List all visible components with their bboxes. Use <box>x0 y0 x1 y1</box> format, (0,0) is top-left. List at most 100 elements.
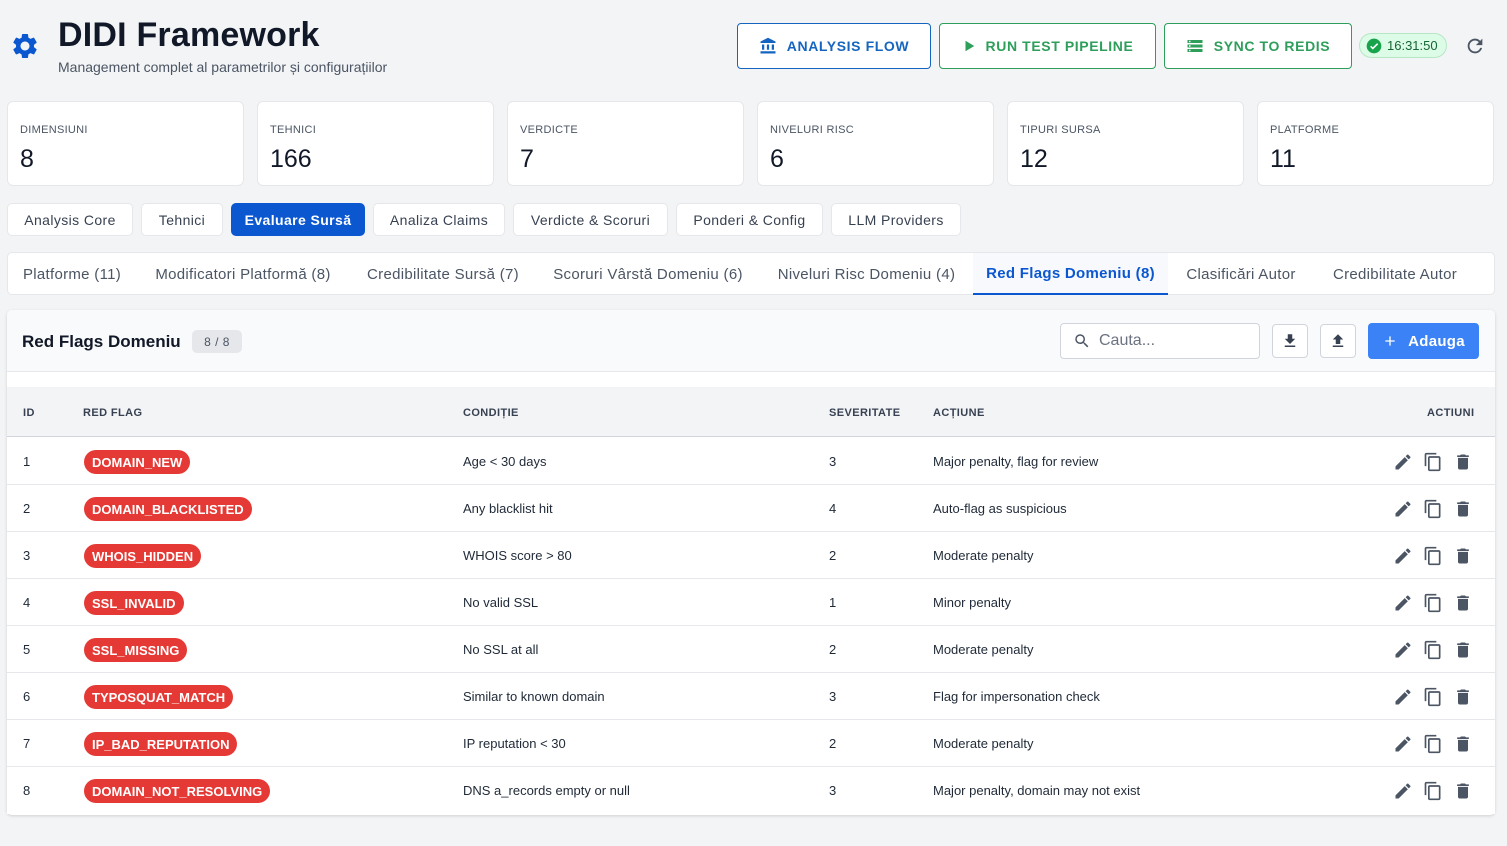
row-condition: DNS a_records empty or null <box>463 783 630 798</box>
row-severity: 2 <box>829 736 837 751</box>
edit-icon[interactable] <box>1393 546 1413 566</box>
table-body: 1 DOMAIN_NEW Age < 30 days 3 Major penal… <box>7 438 1495 814</box>
row-condition: WHOIS score > 80 <box>463 548 572 563</box>
subtab-credibilitate-sursa[interactable]: Credibilitate Sursă (7) <box>350 253 536 295</box>
edit-icon[interactable] <box>1393 687 1413 707</box>
subtab-niveluri-risc-domeniu[interactable]: Niveluri Risc Domeniu (4) <box>760 253 973 295</box>
app-header: DIDI Framework Management complet al par… <box>0 0 1507 90</box>
edit-icon[interactable] <box>1393 452 1413 472</box>
stat-value: 166 <box>270 145 312 173</box>
status-time: 16:31:50 <box>1387 38 1438 53</box>
tab-ponderi-config[interactable]: Ponderi & Config <box>676 203 823 236</box>
stat-label: DIMENSIUNI <box>20 124 88 136</box>
download-icon <box>1284 334 1296 347</box>
row-condition: Age < 30 days <box>463 454 547 469</box>
red-flags-panel: Red Flags Domeniu 8 / 8 Adauga ID RED FL… <box>7 310 1495 815</box>
row-condition: No valid SSL <box>463 595 539 610</box>
copy-icon[interactable] <box>1423 734 1443 754</box>
subtab-clasificari-autor[interactable]: Clasificări Autor <box>1168 253 1314 295</box>
col-actiune[interactable]: ACȚIUNE <box>933 407 985 419</box>
sync-to-redis-label: SYNC TO REDIS <box>1213 38 1331 54</box>
stat-label: TIPURI SURSA <box>1020 124 1101 136</box>
col-actiuni: ACTIUNI <box>1427 407 1475 419</box>
row-action: Moderate penalty <box>933 548 1034 563</box>
table-row: 8 DOMAIN_NOT_RESOLVING DNS a_records emp… <box>7 767 1495 814</box>
stat-value: 11 <box>1270 145 1296 173</box>
delete-icon[interactable] <box>1453 499 1473 519</box>
tab-verdicte-scoruri[interactable]: Verdicte & Scoruri <box>513 203 668 236</box>
col-conditie[interactable]: CONDIȚIE <box>463 407 519 419</box>
check-circle-icon <box>1366 38 1382 53</box>
delete-icon[interactable] <box>1453 593 1473 613</box>
delete-icon[interactable] <box>1453 546 1473 566</box>
row-action: Major penalty, flag for review <box>933 454 1099 469</box>
download-button[interactable] <box>1272 324 1308 358</box>
row-action: Flag for impersonation check <box>933 689 1100 704</box>
sync-to-redis-button[interactable]: SYNC TO REDIS <box>1164 23 1352 69</box>
subtab-credibilitate-autor[interactable]: Credibilitate Autor <box>1314 253 1476 295</box>
subtab-modificatori-platforma[interactable]: Modificatori Platformă (8) <box>136 253 350 295</box>
tab-llm-providers[interactable]: LLM Providers <box>831 203 961 236</box>
stat-value: 7 <box>520 145 534 173</box>
upload-button[interactable] <box>1320 324 1356 358</box>
copy-icon[interactable] <box>1423 546 1443 566</box>
tab-tehnici[interactable]: Tehnici <box>141 203 223 236</box>
subtab-platforme[interactable]: Platforme (11) <box>8 253 136 295</box>
edit-icon[interactable] <box>1393 640 1413 660</box>
refresh-icon[interactable] <box>1464 35 1486 57</box>
tab-evaluare-sursa[interactable]: Evaluare Sursă <box>231 203 365 236</box>
copy-icon[interactable] <box>1423 499 1443 519</box>
row-severity: 3 <box>829 454 837 469</box>
col-red-flag[interactable]: RED FLAG <box>83 407 142 419</box>
copy-icon[interactable] <box>1423 687 1443 707</box>
stat-card-tipuri-sursa: TIPURI SURSA 12 <box>1007 101 1244 186</box>
upload-icon <box>1332 334 1344 347</box>
delete-icon[interactable] <box>1453 452 1473 472</box>
table-row: 7 IP_BAD_REPUTATION IP reputation < 30 2… <box>7 720 1495 767</box>
row-condition: Any blacklist hit <box>463 501 553 516</box>
search-icon <box>1075 334 1089 348</box>
stat-card-platforme: PLATFORME 11 <box>1257 101 1494 186</box>
row-action: Minor penalty <box>933 595 1012 610</box>
add-button[interactable]: Adauga <box>1368 323 1479 359</box>
table-row: 5 SSL_MISSING No SSL at all 2 Moderate p… <box>7 626 1495 673</box>
copy-icon[interactable] <box>1423 593 1443 613</box>
copy-icon[interactable] <box>1423 781 1443 801</box>
delete-icon[interactable] <box>1453 781 1473 801</box>
bank-icon <box>760 37 776 54</box>
col-id[interactable]: ID <box>23 407 35 419</box>
table-row: 3 WHOIS_HIDDEN WHOIS score > 80 2 Modera… <box>7 532 1495 579</box>
edit-icon[interactable] <box>1393 593 1413 613</box>
tab-analiza-claims[interactable]: Analiza Claims <box>373 203 505 236</box>
analysis-flow-button[interactable]: ANALYSIS FLOW <box>737 23 931 69</box>
copy-icon[interactable] <box>1423 452 1443 472</box>
delete-icon[interactable] <box>1453 640 1473 660</box>
search-input[interactable] <box>1099 332 1249 350</box>
subtab-red-flags-domeniu[interactable]: Red Flags Domeniu (8) <box>973 253 1168 295</box>
red-flag-badge: DOMAIN_BLACKLISTED <box>84 497 252 521</box>
stat-label: TEHNICI <box>270 124 317 136</box>
row-id: 7 <box>23 736 31 751</box>
table-row: 4 SSL_INVALID No valid SSL 1 Minor penal… <box>7 579 1495 626</box>
gear-icon <box>13 33 37 58</box>
edit-icon[interactable] <box>1393 781 1413 801</box>
subtab-scoruri-varsta-domeniu[interactable]: Scoruri Vârstă Domeniu (6) <box>536 253 760 295</box>
table-row: 6 TYPOSQUAT_MATCH Similar to known domai… <box>7 673 1495 720</box>
run-test-pipeline-button[interactable]: RUN TEST PIPELINE <box>939 23 1156 69</box>
col-severitate[interactable]: SEVERITATE <box>829 407 900 419</box>
plus-icon <box>1385 336 1395 346</box>
row-severity: 2 <box>829 642 837 657</box>
search-box[interactable] <box>1060 323 1260 359</box>
stat-card-tehnici: TEHNICI 166 <box>257 101 494 186</box>
app-title: DIDI Framework <box>58 16 320 54</box>
delete-icon[interactable] <box>1453 687 1473 707</box>
copy-icon[interactable] <box>1423 640 1443 660</box>
run-test-pipeline-label: RUN TEST PIPELINE <box>985 38 1134 54</box>
edit-icon[interactable] <box>1393 734 1413 754</box>
edit-icon[interactable] <box>1393 499 1413 519</box>
delete-icon[interactable] <box>1453 734 1473 754</box>
tab-analysis-core[interactable]: Analysis Core <box>7 203 133 236</box>
row-condition: Similar to known domain <box>463 689 605 704</box>
stat-label: PLATFORME <box>1270 124 1340 136</box>
row-id: 2 <box>23 501 31 516</box>
